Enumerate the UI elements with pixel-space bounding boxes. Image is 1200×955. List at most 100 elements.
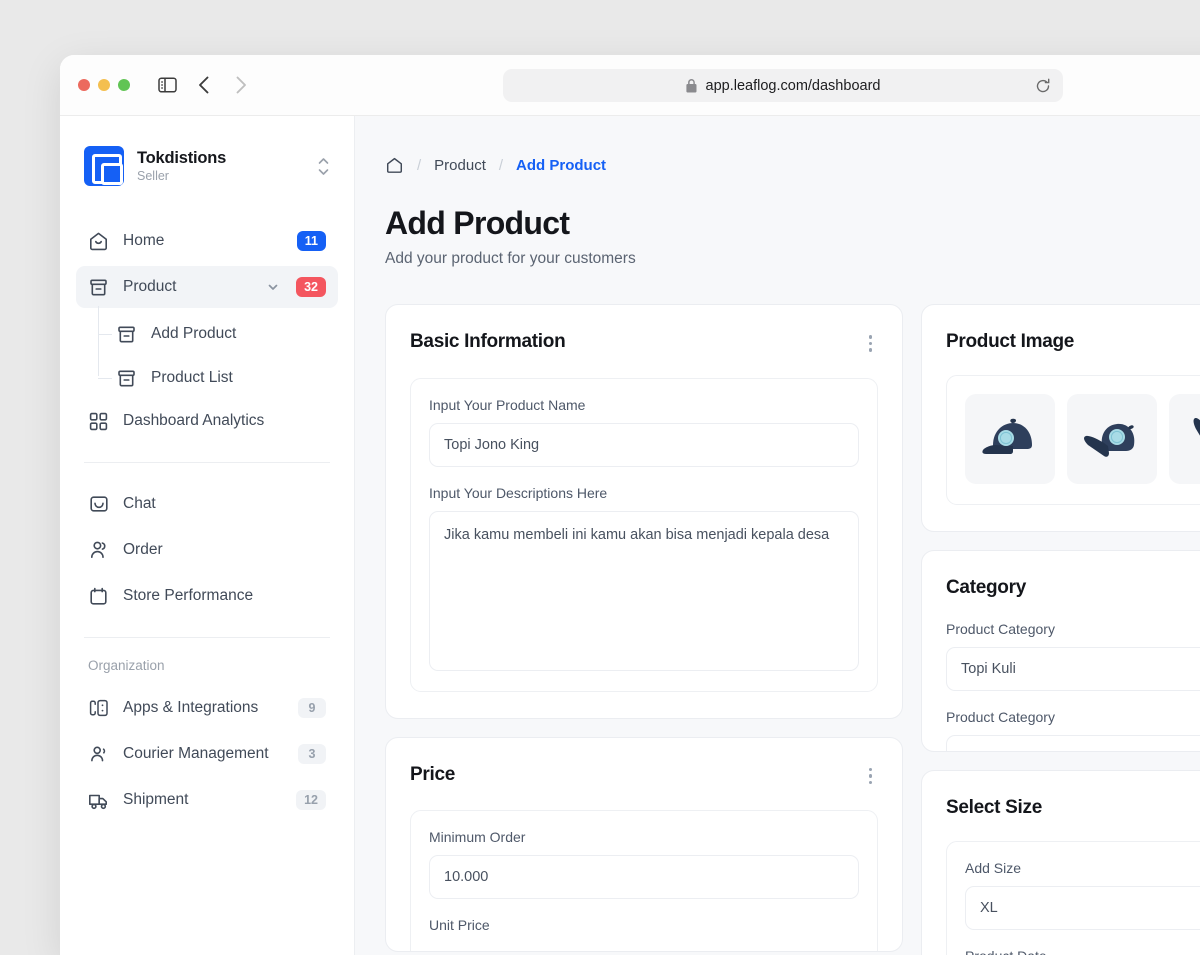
sidebar-item-label: Chat [123, 495, 156, 512]
sidebar-item-home[interactable]: Home 11 [76, 220, 338, 262]
sidebar-item-apps-integrations[interactable]: Apps & Integrations 9 [76, 687, 338, 729]
more-options-icon[interactable] [863, 764, 879, 789]
sidebar-item-label: Add Product [151, 325, 237, 342]
product-image-thumb-3[interactable] [1169, 394, 1200, 484]
sidebar: Tokdistions Seller Home 11 Product 32 Ad… [60, 116, 355, 955]
product-description-input[interactable]: Jika kamu membeli ini kamu akan bisa men… [429, 510, 859, 671]
reload-icon[interactable] [1035, 78, 1051, 94]
sidebar-item-order[interactable]: Order [76, 529, 338, 571]
sidebar-toggle-icon[interactable] [152, 70, 182, 100]
sidebar-item-dashboard-analytics[interactable]: Dashboard Analytics [76, 400, 338, 442]
card-title: Category [946, 577, 1026, 598]
maximize-window-button[interactable] [118, 79, 130, 91]
primary-nav: Home 11 Product 32 Add Product Product L… [76, 220, 338, 821]
product-date-label: Product Date [965, 948, 1200, 955]
sidebar-item-label: Shipment [123, 791, 189, 808]
calendar-icon [88, 586, 109, 607]
minimum-order-input[interactable]: 10.000 [429, 855, 859, 899]
product-image-thumb-2[interactable] [1067, 394, 1157, 484]
card-basic-information: Basic Information Input Your Product Nam… [385, 304, 903, 719]
app-shell: Tokdistions Seller Home 11 Product 32 Ad… [60, 116, 1200, 955]
courier-badge: 3 [298, 744, 326, 764]
sidebar-item-store-performance[interactable]: Store Performance [76, 575, 338, 617]
card-product-image: Product Image [921, 304, 1200, 532]
chevron-down-icon[interactable] [266, 280, 280, 294]
sidebar-item-label: Courier Management [123, 745, 269, 763]
truck-icon [88, 790, 109, 811]
cards-grid: Basic Information Input Your Product Nam… [385, 304, 1200, 955]
breadcrumb-home-icon[interactable] [385, 156, 404, 175]
chevron-up-down-icon[interactable] [317, 157, 330, 176]
more-options-icon[interactable] [863, 331, 879, 356]
sidebar-item-label: Apps & Integrations [123, 699, 259, 717]
product-image-thumb-1[interactable] [965, 394, 1055, 484]
grid-icon [88, 411, 109, 432]
forward-button[interactable] [226, 70, 256, 100]
breadcrumb-product[interactable]: Product [434, 157, 486, 174]
apps-badge: 9 [298, 698, 326, 718]
sidebar-item-label: Product List [151, 369, 233, 386]
window-controls[interactable] [78, 79, 130, 91]
close-window-button[interactable] [78, 79, 90, 91]
back-button[interactable] [188, 70, 218, 100]
home-icon [88, 231, 109, 252]
box-icon [116, 368, 137, 389]
cap-angle-icon [1084, 423, 1135, 457]
breadcrumb: / Product / Add Product [385, 156, 1200, 175]
basic-fields: Input Your Product Name Topi Jono King I… [410, 377, 878, 692]
page-subtitle: Add your product for your customers [385, 250, 636, 267]
shipment-badge: 12 [296, 790, 326, 810]
minimize-window-button[interactable] [98, 79, 110, 91]
sidebar-item-label: Order [123, 541, 163, 558]
sidebar-item-chat[interactable]: Chat [76, 483, 338, 525]
home-badge: 11 [296, 231, 326, 251]
sidebar-item-product[interactable]: Product 32 [76, 266, 338, 308]
browser-window: app.leaflog.com/dashboard Tokdistions Se… [60, 55, 1200, 955]
sidebar-item-add-product[interactable]: Add Product [98, 312, 338, 356]
inbox-icon [88, 494, 109, 515]
minimum-order-label: Minimum Order [429, 829, 526, 845]
card-select-size: Select Size Add Size XL Product Date [921, 770, 1200, 955]
left-column: Basic Information Input Your Product Nam… [385, 304, 903, 955]
product-badge: 32 [296, 277, 326, 297]
box-icon [116, 324, 137, 345]
brand-logo-icon [84, 146, 124, 186]
card-category: Category Product Category Topi Kuli Prod… [921, 550, 1200, 752]
cap-front-icon [982, 418, 1032, 454]
users-icon [88, 540, 109, 561]
device-icon [88, 698, 109, 719]
sidebar-item-product-list[interactable]: Product List [98, 356, 338, 400]
sidebar-item-courier-management[interactable]: Courier Management 3 [76, 733, 338, 775]
price-fields: Minimum Order 10.000 Unit Price [410, 810, 878, 951]
product-category-label-1: Product Category [946, 621, 1055, 637]
sidebar-item-shipment[interactable]: Shipment 12 [76, 779, 338, 821]
sidebar-item-label: Product [123, 278, 177, 295]
product-category-input-2[interactable] [946, 735, 1200, 751]
sidebar-item-label: Home [123, 232, 165, 249]
product-subnav: Add Product Product List [76, 306, 338, 400]
lock-icon [685, 78, 697, 93]
card-title: Product Image [946, 331, 1075, 352]
sidebar-divider [84, 462, 330, 463]
card-title: Basic Information [410, 331, 566, 352]
product-image-gallery [946, 375, 1200, 505]
product-description-label: Input Your Descriptions Here [429, 484, 608, 501]
add-size-label: Add Size [965, 860, 1022, 876]
product-category-label-2: Product Category [946, 709, 1055, 725]
sidebar-section-organization: Organization [88, 658, 165, 673]
cap-side-icon [1193, 418, 1200, 436]
main-content: / Product / Add Product Add Product Add … [355, 116, 1200, 955]
add-size-input[interactable]: XL [965, 886, 1200, 930]
workspace-switcher[interactable]: Tokdistions Seller [76, 116, 338, 186]
card-title: Select Size [946, 797, 1042, 818]
sidebar-item-label: Store Performance [123, 587, 254, 604]
browser-chrome: app.leaflog.com/dashboard [60, 55, 1200, 116]
address-bar[interactable]: app.leaflog.com/dashboard [503, 69, 1063, 102]
product-name-input[interactable]: Topi Jono King [429, 422, 859, 467]
breadcrumb-separator-2: / [498, 157, 504, 174]
user-icon [88, 744, 109, 765]
card-price: Price Minimum Order 10.000 Unit Price [385, 736, 903, 952]
product-category-input-1[interactable]: Topi Kuli [946, 647, 1200, 691]
breadcrumb-add-product[interactable]: Add Product [516, 157, 606, 174]
brand-name: Tokdistions [137, 149, 227, 167]
